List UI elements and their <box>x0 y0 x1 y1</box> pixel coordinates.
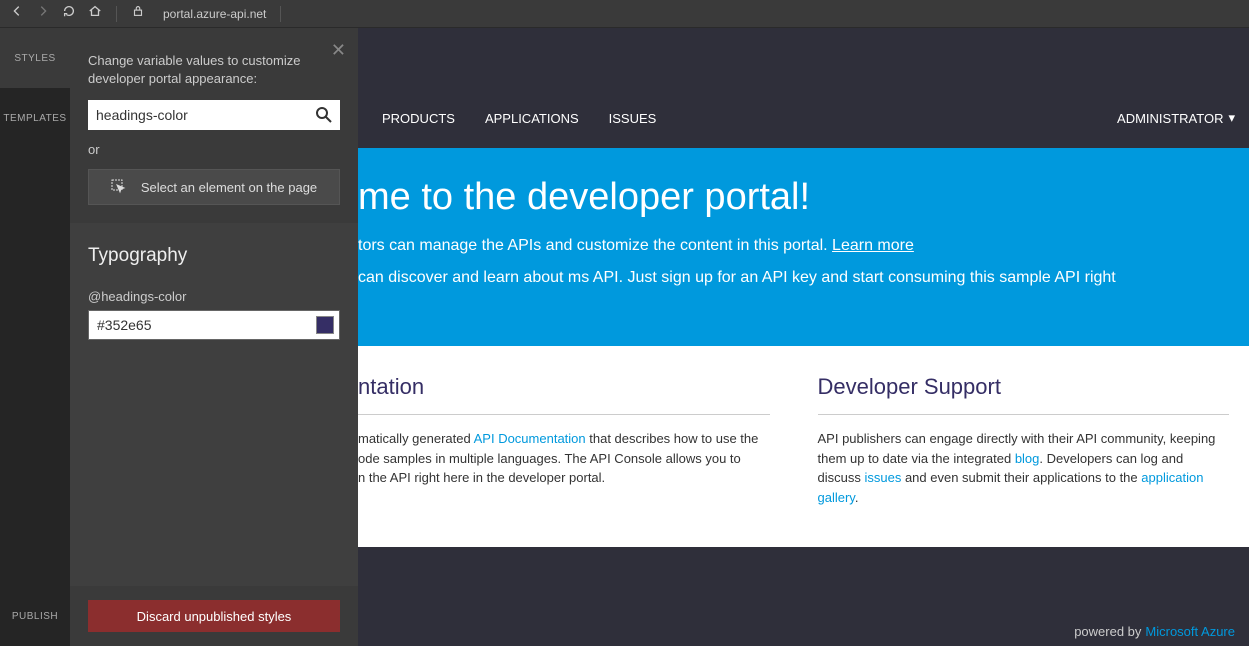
tab-publish[interactable]: PUBLISH <box>0 586 70 646</box>
styles-panel: ✕ Change variable values to customize de… <box>70 28 358 646</box>
close-icon[interactable]: ✕ <box>331 40 346 61</box>
color-value-input[interactable] <box>88 310 340 340</box>
portal-preview: PRODUCTS APPLICATIONS ISSUES ADMINISTRAT… <box>358 28 1249 646</box>
tab-styles[interactable]: STYLES <box>0 28 70 88</box>
card-support-title: Developer Support <box>818 374 1230 415</box>
back-icon[interactable] <box>10 4 24 23</box>
learn-more-link[interactable]: Learn more <box>832 237 914 254</box>
hero-line1: tors can manage the APIs and customize t… <box>358 233 1249 259</box>
select-element-label: Select an element on the page <box>141 180 317 195</box>
api-documentation-link[interactable]: API Documentation <box>474 431 586 446</box>
browser-toolbar: portal.azure-api.net <box>0 0 1249 28</box>
or-label: or <box>88 142 340 157</box>
hero-line2: can discover and learn about ms API. Jus… <box>358 265 1249 291</box>
pointer-icon <box>111 179 127 195</box>
nav-issues[interactable]: ISSUES <box>609 111 657 126</box>
section-title: Typography <box>88 245 340 267</box>
footer-azure-link[interactable]: Microsoft Azure <box>1145 624 1235 639</box>
variable-search-input[interactable] <box>88 100 340 130</box>
forward-icon[interactable] <box>36 4 50 23</box>
address-bar[interactable]: portal.azure-api.net <box>163 7 266 21</box>
left-rail: STYLES TEMPLATES PUBLISH <box>0 28 70 646</box>
panel-intro: Change variable values to customize deve… <box>88 52 340 88</box>
card-documentation-title: ntation <box>358 374 770 415</box>
home-icon[interactable] <box>88 4 102 23</box>
discard-button[interactable]: Discard unpublished styles <box>88 600 340 632</box>
variable-name: @headings-color <box>88 289 340 304</box>
lock-icon <box>131 4 145 23</box>
top-nav: PRODUCTS APPLICATIONS ISSUES ADMINISTRAT… <box>358 88 1249 148</box>
nav-admin-menu[interactable]: ADMINISTRATOR ▾ <box>1117 110 1235 126</box>
chevron-down-icon: ▾ <box>1228 110 1235 126</box>
refresh-icon[interactable] <box>62 4 76 23</box>
footer-text: powered by <box>1074 624 1141 639</box>
color-swatch[interactable] <box>316 316 334 334</box>
footer: powered by Microsoft Azure <box>358 616 1249 646</box>
blog-link[interactable]: blog <box>1015 451 1040 466</box>
hero-title: me to the developer portal! <box>358 176 1249 219</box>
select-element-button[interactable]: Select an element on the page <box>88 169 340 205</box>
hero: me to the developer portal! tors can man… <box>358 148 1249 346</box>
nav-products[interactable]: PRODUCTS <box>382 111 455 126</box>
issues-link[interactable]: issues <box>864 470 901 485</box>
cards-row: ntation matically generated API Document… <box>358 346 1249 547</box>
tab-templates[interactable]: TEMPLATES <box>0 88 70 148</box>
admin-label: ADMINISTRATOR <box>1117 111 1223 126</box>
card-support-body: API publishers can engage directly with … <box>818 429 1230 507</box>
search-icon[interactable] <box>314 105 334 130</box>
nav-applications[interactable]: APPLICATIONS <box>485 111 579 126</box>
card-documentation-body: matically generated API Documentation th… <box>358 429 770 488</box>
separator <box>116 6 117 22</box>
separator <box>280 6 281 22</box>
